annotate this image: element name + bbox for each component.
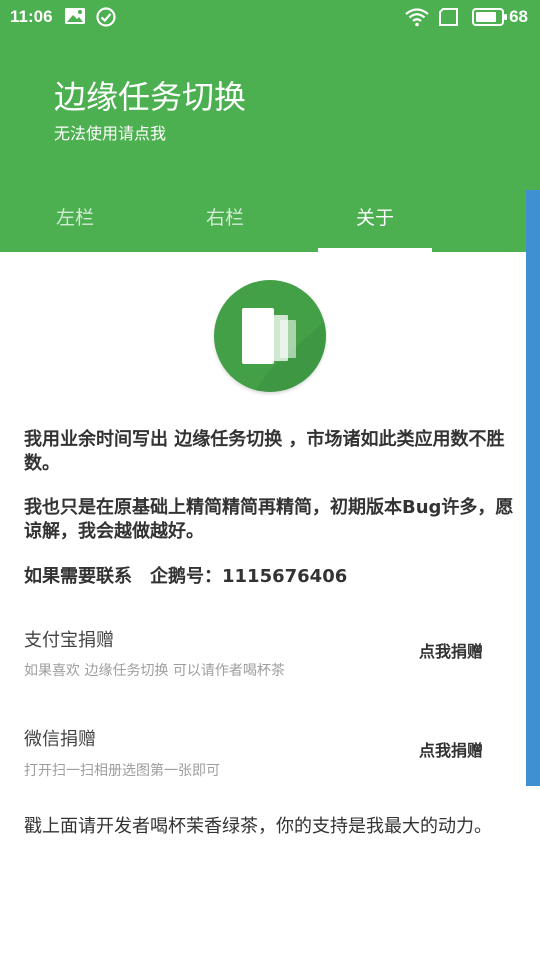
status-bar: 11:06 68 bbox=[0, 0, 540, 34]
tab-right-column[interactable]: 右栏 bbox=[150, 196, 300, 252]
version-paragraph: 我也只是在原基础上精简精简再精简，初期版本Bug许多，愿谅解，我会越做越好。 bbox=[24, 497, 514, 542]
wifi-icon bbox=[404, 7, 430, 32]
edge-swipe-handle[interactable] bbox=[526, 190, 540, 786]
battery-level: 68 bbox=[509, 7, 528, 26]
tab-label: 右栏 bbox=[205, 207, 244, 229]
battery-icon bbox=[472, 7, 508, 32]
alipay-donate-title: 支付宝捐赠 bbox=[24, 630, 114, 651]
wechat-donate-title: 微信捐赠 bbox=[24, 729, 96, 750]
wechat-donate-desc: 打开扫一扫相册选图第一张即可 bbox=[24, 763, 220, 779]
tab-about[interactable]: 关于 bbox=[300, 196, 450, 252]
tab-bar: 左栏 右栏 关于 bbox=[0, 196, 540, 252]
tab-indicator bbox=[318, 248, 432, 252]
app-header: 11:06 68 边缘任务切换 无法使用请点我 左栏 右栏 关于 bbox=[0, 0, 540, 252]
tab-left-column[interactable]: 左栏 bbox=[0, 196, 150, 252]
sim-icon bbox=[438, 7, 460, 32]
intro-paragraph: 我用业余时间写出 边缘任务切换 ，市场诸如此类应用数不胜数。 bbox=[24, 429, 505, 474]
app-title: 边缘任务切换 bbox=[54, 78, 247, 116]
status-time: 11:06 bbox=[10, 7, 53, 26]
alipay-donate-desc: 如果喜欢 边缘任务切换 可以请作者喝杯茶 bbox=[24, 663, 285, 679]
contact-paragraph: 如果需要联系 企鹅号：1115676406 bbox=[24, 566, 348, 587]
support-message: 戳上面请开发者喝杯茉香绿茶，你的支持是我最大的动力。 bbox=[24, 816, 492, 837]
tab-label: 左栏 bbox=[55, 207, 94, 229]
wechat-donate-button[interactable]: 点我捐赠 bbox=[404, 733, 498, 769]
alipay-donate-button[interactable]: 点我捐赠 bbox=[404, 634, 498, 670]
help-link[interactable]: 无法使用请点我 bbox=[54, 120, 166, 144]
tab-label: 关于 bbox=[355, 207, 394, 229]
check-circle-icon bbox=[96, 7, 116, 32]
app-logo-icon bbox=[214, 280, 326, 392]
image-icon bbox=[64, 7, 86, 30]
